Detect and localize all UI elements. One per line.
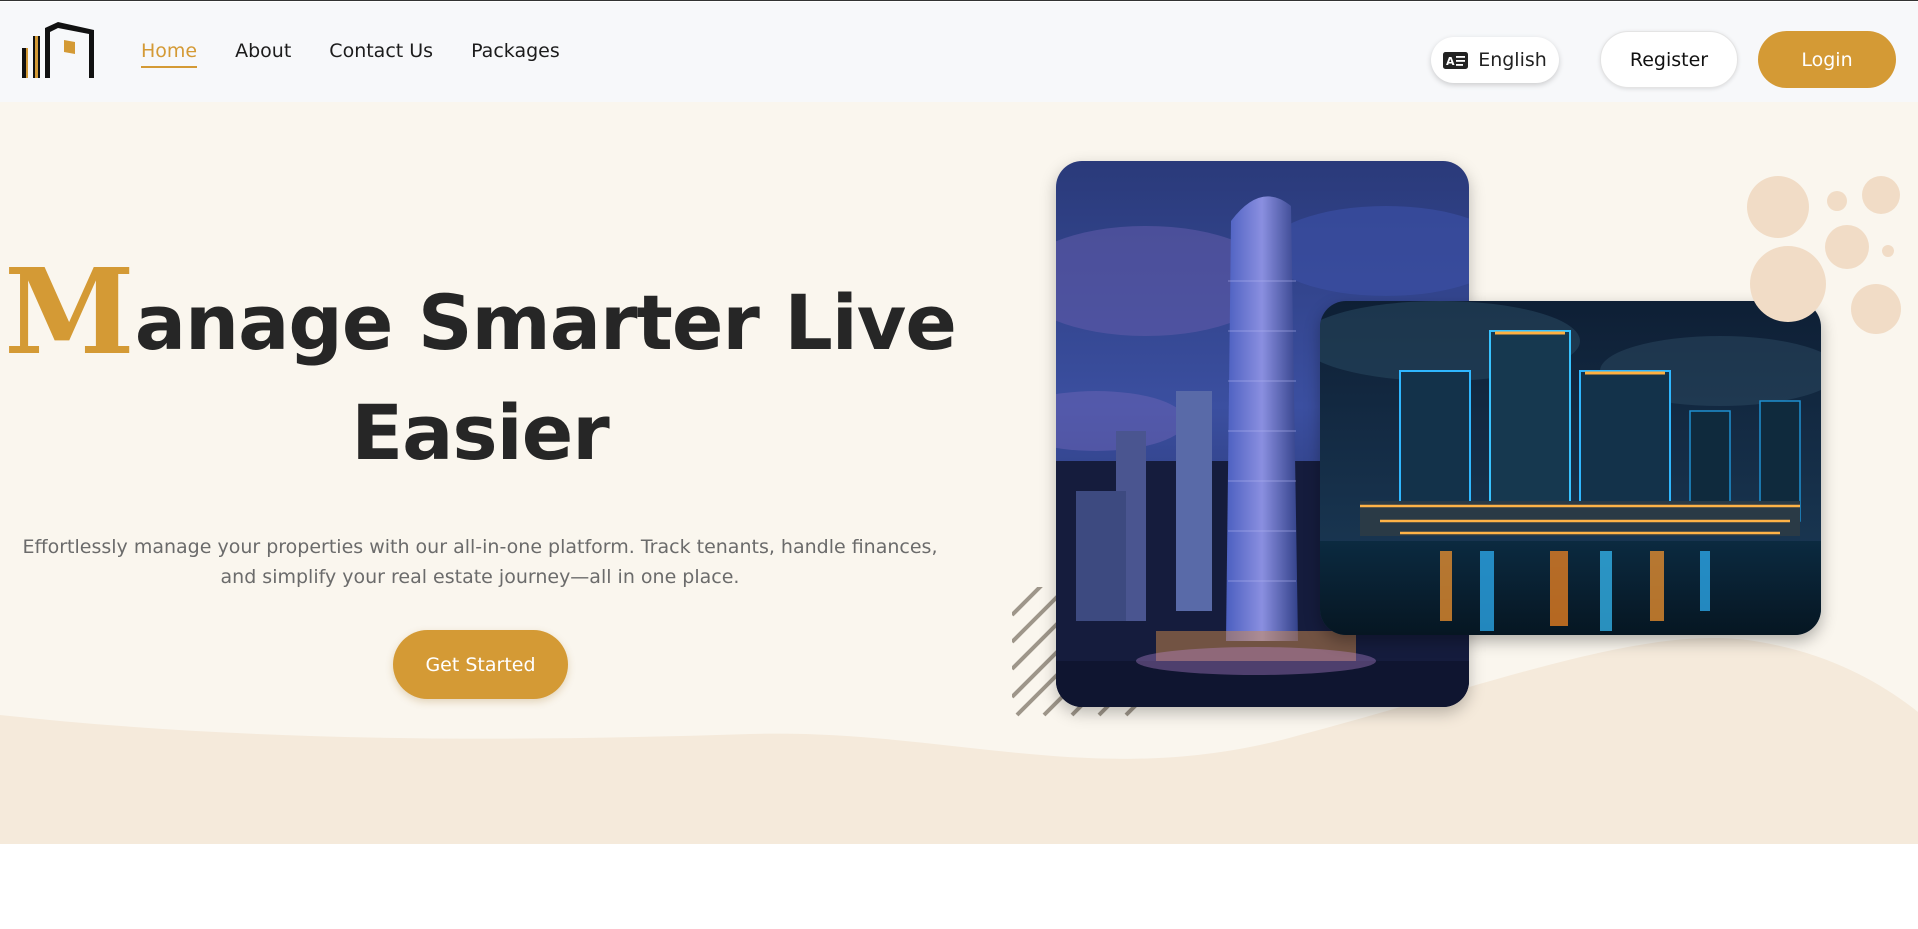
nav-link-home[interactable]: Home: [141, 40, 198, 68]
nav-link-contact-us[interactable]: Contact Us: [329, 40, 433, 68]
nav-link-packages[interactable]: Packages: [471, 40, 560, 68]
decorative-bubbles: [1747, 176, 1901, 334]
hero-heading-rest: anage Smarter Live: [134, 278, 957, 367]
svg-text:A: A: [1446, 55, 1455, 68]
nav-link-about[interactable]: About: [235, 40, 291, 68]
login-button[interactable]: Login: [1758, 31, 1896, 88]
navbar: Home About Contact Us Packages A English…: [0, 2, 1918, 102]
hero-heading-initial: M: [4, 242, 135, 381]
logo[interactable]: [22, 22, 94, 78]
hero-subtitle: Effortlessly manage your properties with…: [22, 536, 938, 588]
get-started-button[interactable]: Get Started: [393, 630, 568, 699]
nav-links: Home About Contact Us Packages: [141, 40, 560, 68]
language-selector[interactable]: A English: [1431, 37, 1559, 83]
language-label: English: [1478, 49, 1547, 71]
language-translate-icon: A: [1443, 51, 1469, 69]
hero-heading: Manage Smarter Live Easier: [0, 253, 960, 488]
hero-section: Manage Smarter Live Easier Effortlessly …: [0, 102, 1918, 844]
register-button[interactable]: Register: [1600, 31, 1738, 88]
hero-heading-line2: Easier: [351, 388, 610, 477]
hero-heading-line1: Manage Smarter Live: [0, 253, 960, 378]
waterfront-buildings-image: [1320, 301, 1821, 635]
